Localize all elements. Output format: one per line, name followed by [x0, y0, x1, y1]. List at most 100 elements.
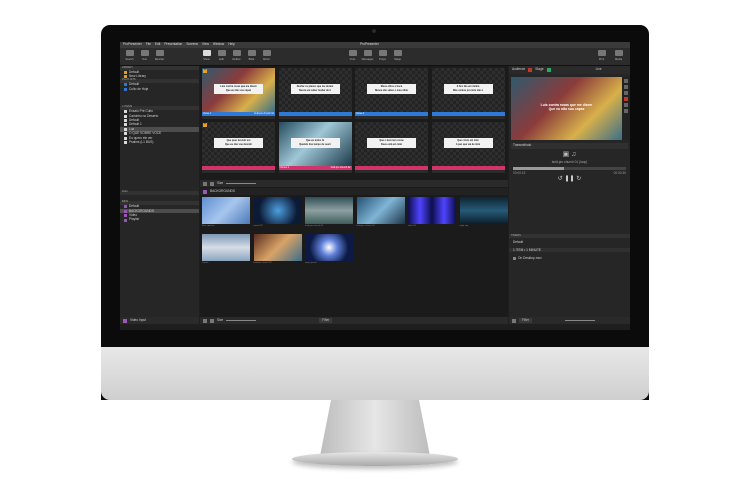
add-icon[interactable]	[512, 318, 516, 323]
mirror-icon	[262, 50, 271, 56]
slide-text: Meus olhos e boca Nunca vão saber o meu o…	[367, 84, 416, 94]
media-thumbnail[interactable]: stars 05	[408, 197, 456, 229]
document-icon	[124, 136, 127, 140]
bin-title: BACKGROUNDS	[210, 188, 235, 193]
menu-item[interactable]: Presentation	[164, 43, 182, 46]
media-image	[356, 197, 405, 224]
slide-label-bar: Verse 2	[355, 112, 428, 116]
tool-icon[interactable]	[624, 85, 628, 89]
size-slider[interactable]	[226, 320, 257, 321]
menu-item[interactable]: Window	[213, 43, 224, 46]
pause-icon[interactable]: ❚❚	[564, 176, 574, 182]
slide-label: Chorus 1	[279, 165, 290, 169]
media-caption: blue squares	[202, 225, 215, 227]
bin-title-bar: BACKGROUNDS	[200, 188, 508, 195]
slide-thumbnail[interactable]: Que o bem tem nome Deus está em mim	[355, 122, 428, 173]
slide-thumbnail[interactable]: Que quer desistir em Que eu não vou desis…	[202, 122, 275, 173]
bin-icon	[124, 209, 127, 213]
output-preview: Luis contra rosas que me dizem Que eu nã…	[511, 77, 622, 140]
bin-item[interactable]: Playlist	[120, 218, 199, 222]
media-thumbnail[interactable]: built-pro church 04	[356, 197, 405, 229]
media-thumbnail[interactable]: blue squares	[202, 197, 250, 229]
timer-default[interactable]: Default	[509, 240, 523, 244]
slide-media-name: built-pro church 01	[254, 111, 274, 115]
media-thumbnail[interactable]: built-pro church 05	[253, 234, 302, 266]
list-view-icon[interactable]	[210, 318, 214, 323]
messages-button[interactable]: Messages	[361, 50, 374, 62]
playback-controls: ↺ ❚❚ ↻	[511, 176, 628, 182]
slide-line-2: Quando tive tempo de ouvir	[299, 142, 331, 146]
slide-text: E fico tão em minha Mas cantou pra mim nã…	[443, 84, 493, 94]
menu-item[interactable]: Screens	[186, 43, 198, 46]
mirror-mode-button[interactable]: Mirror	[260, 50, 273, 62]
search-button[interactable]: Search	[123, 50, 136, 62]
bin-icon	[124, 214, 127, 218]
clear-icon[interactable]	[624, 97, 628, 101]
stage-label[interactable]: Stage	[535, 68, 543, 71]
slide-thumbnail[interactable]: Que eu tenho fé Quando tive tempo de ouvi…	[278, 122, 352, 173]
grid-view-icon[interactable]	[203, 318, 207, 323]
reorder-button[interactable]: Reorder	[153, 50, 166, 62]
bin-icon	[124, 205, 127, 209]
timer-item[interactable]: 1 ITEM • 1 MINUTE	[509, 248, 630, 253]
slide-thumbnail[interactable]: E fico tão em minha Mas cantou pra mim nã…	[431, 68, 505, 119]
menu-item[interactable]: Edit	[155, 43, 161, 46]
media-filter-field[interactable]: Filter	[319, 318, 333, 323]
right-filter-field[interactable]: Filter	[519, 318, 533, 323]
playback-times: 00:00:15 00:00:30	[513, 171, 626, 175]
menu-item[interactable]: Help	[228, 43, 235, 46]
show-mode-button[interactable]: Show	[200, 50, 213, 62]
rewind-icon[interactable]: ↺	[558, 176, 563, 182]
audio-icon[interactable]: ♫	[571, 151, 576, 158]
loop-icon[interactable]: ↻	[576, 176, 581, 182]
list-view-icon[interactable]	[210, 181, 214, 186]
slide-group-badge: B	[203, 122, 207, 127]
tool-icon[interactable]	[624, 91, 628, 95]
reflow-mode-button[interactable]: Reflow	[230, 50, 243, 62]
text-button[interactable]: Text	[138, 50, 151, 62]
tool-icon[interactable]	[624, 79, 628, 83]
menu-item[interactable]: File	[146, 43, 151, 46]
monitor-chin	[101, 347, 649, 400]
video-input-label[interactable]: Video Input	[130, 318, 146, 322]
timer-button[interactable]: Vmix	[346, 50, 359, 62]
audience-label[interactable]: Audience	[512, 68, 525, 71]
media-image	[305, 197, 353, 224]
tool-icon[interactable]	[624, 109, 628, 113]
file-icon	[513, 256, 516, 260]
timer-icon	[348, 50, 357, 56]
size-slider[interactable]	[226, 183, 257, 184]
slide-thumbnail[interactable]: Desfaz os planos que me deram Nunca vai s…	[278, 68, 352, 119]
menu-item[interactable]: View	[202, 43, 209, 46]
slide-thumbnail[interactable]: Luis contra rosas que me dizem Que eu não…	[202, 68, 275, 119]
media-image	[253, 234, 302, 261]
messages-icon	[363, 50, 372, 56]
media-thumbnail[interactable]: tunnel 02	[253, 197, 302, 229]
tool-icon[interactable]	[624, 103, 628, 107]
media-thumbnail[interactable]: night city	[459, 197, 508, 229]
timer-row[interactable]: On Desktop.mov	[509, 256, 542, 260]
document-icon	[124, 132, 127, 136]
video-icon[interactable]: ▣	[563, 151, 570, 158]
grid-view-icon[interactable]	[203, 181, 207, 186]
media-thumbnail[interactable]: warp speed	[305, 234, 353, 266]
media-caption: built-pro church 03	[305, 225, 324, 227]
media-image	[305, 234, 353, 261]
edit-mode-button[interactable]: Edit	[215, 50, 228, 62]
slide-label-bar	[202, 166, 275, 170]
playback-progress[interactable]	[513, 167, 626, 170]
media-button[interactable]: Media	[612, 50, 625, 62]
menu-item[interactable]: ProPresenter	[123, 43, 142, 46]
slide-thumbnail[interactable]: Meus olhos e boca Nunca vão saber o meu o…	[355, 68, 428, 119]
slide-controls-bar: Size	[200, 180, 508, 187]
slide-thumbnail[interactable]: Que cristo em mim A paz que vai de mim	[431, 122, 505, 173]
print-button[interactable]: Print	[595, 50, 608, 62]
right-size-slider[interactable]	[565, 320, 596, 321]
media-thumbnail[interactable]: clouds	[202, 234, 250, 266]
stage-button[interactable]: Stage	[391, 50, 404, 62]
bible-mode-button[interactable]: Bible	[245, 50, 258, 62]
media-image	[459, 197, 508, 224]
media-thumbnail[interactable]: built-pro church 03	[305, 197, 353, 229]
props-button[interactable]: Props	[376, 50, 389, 62]
